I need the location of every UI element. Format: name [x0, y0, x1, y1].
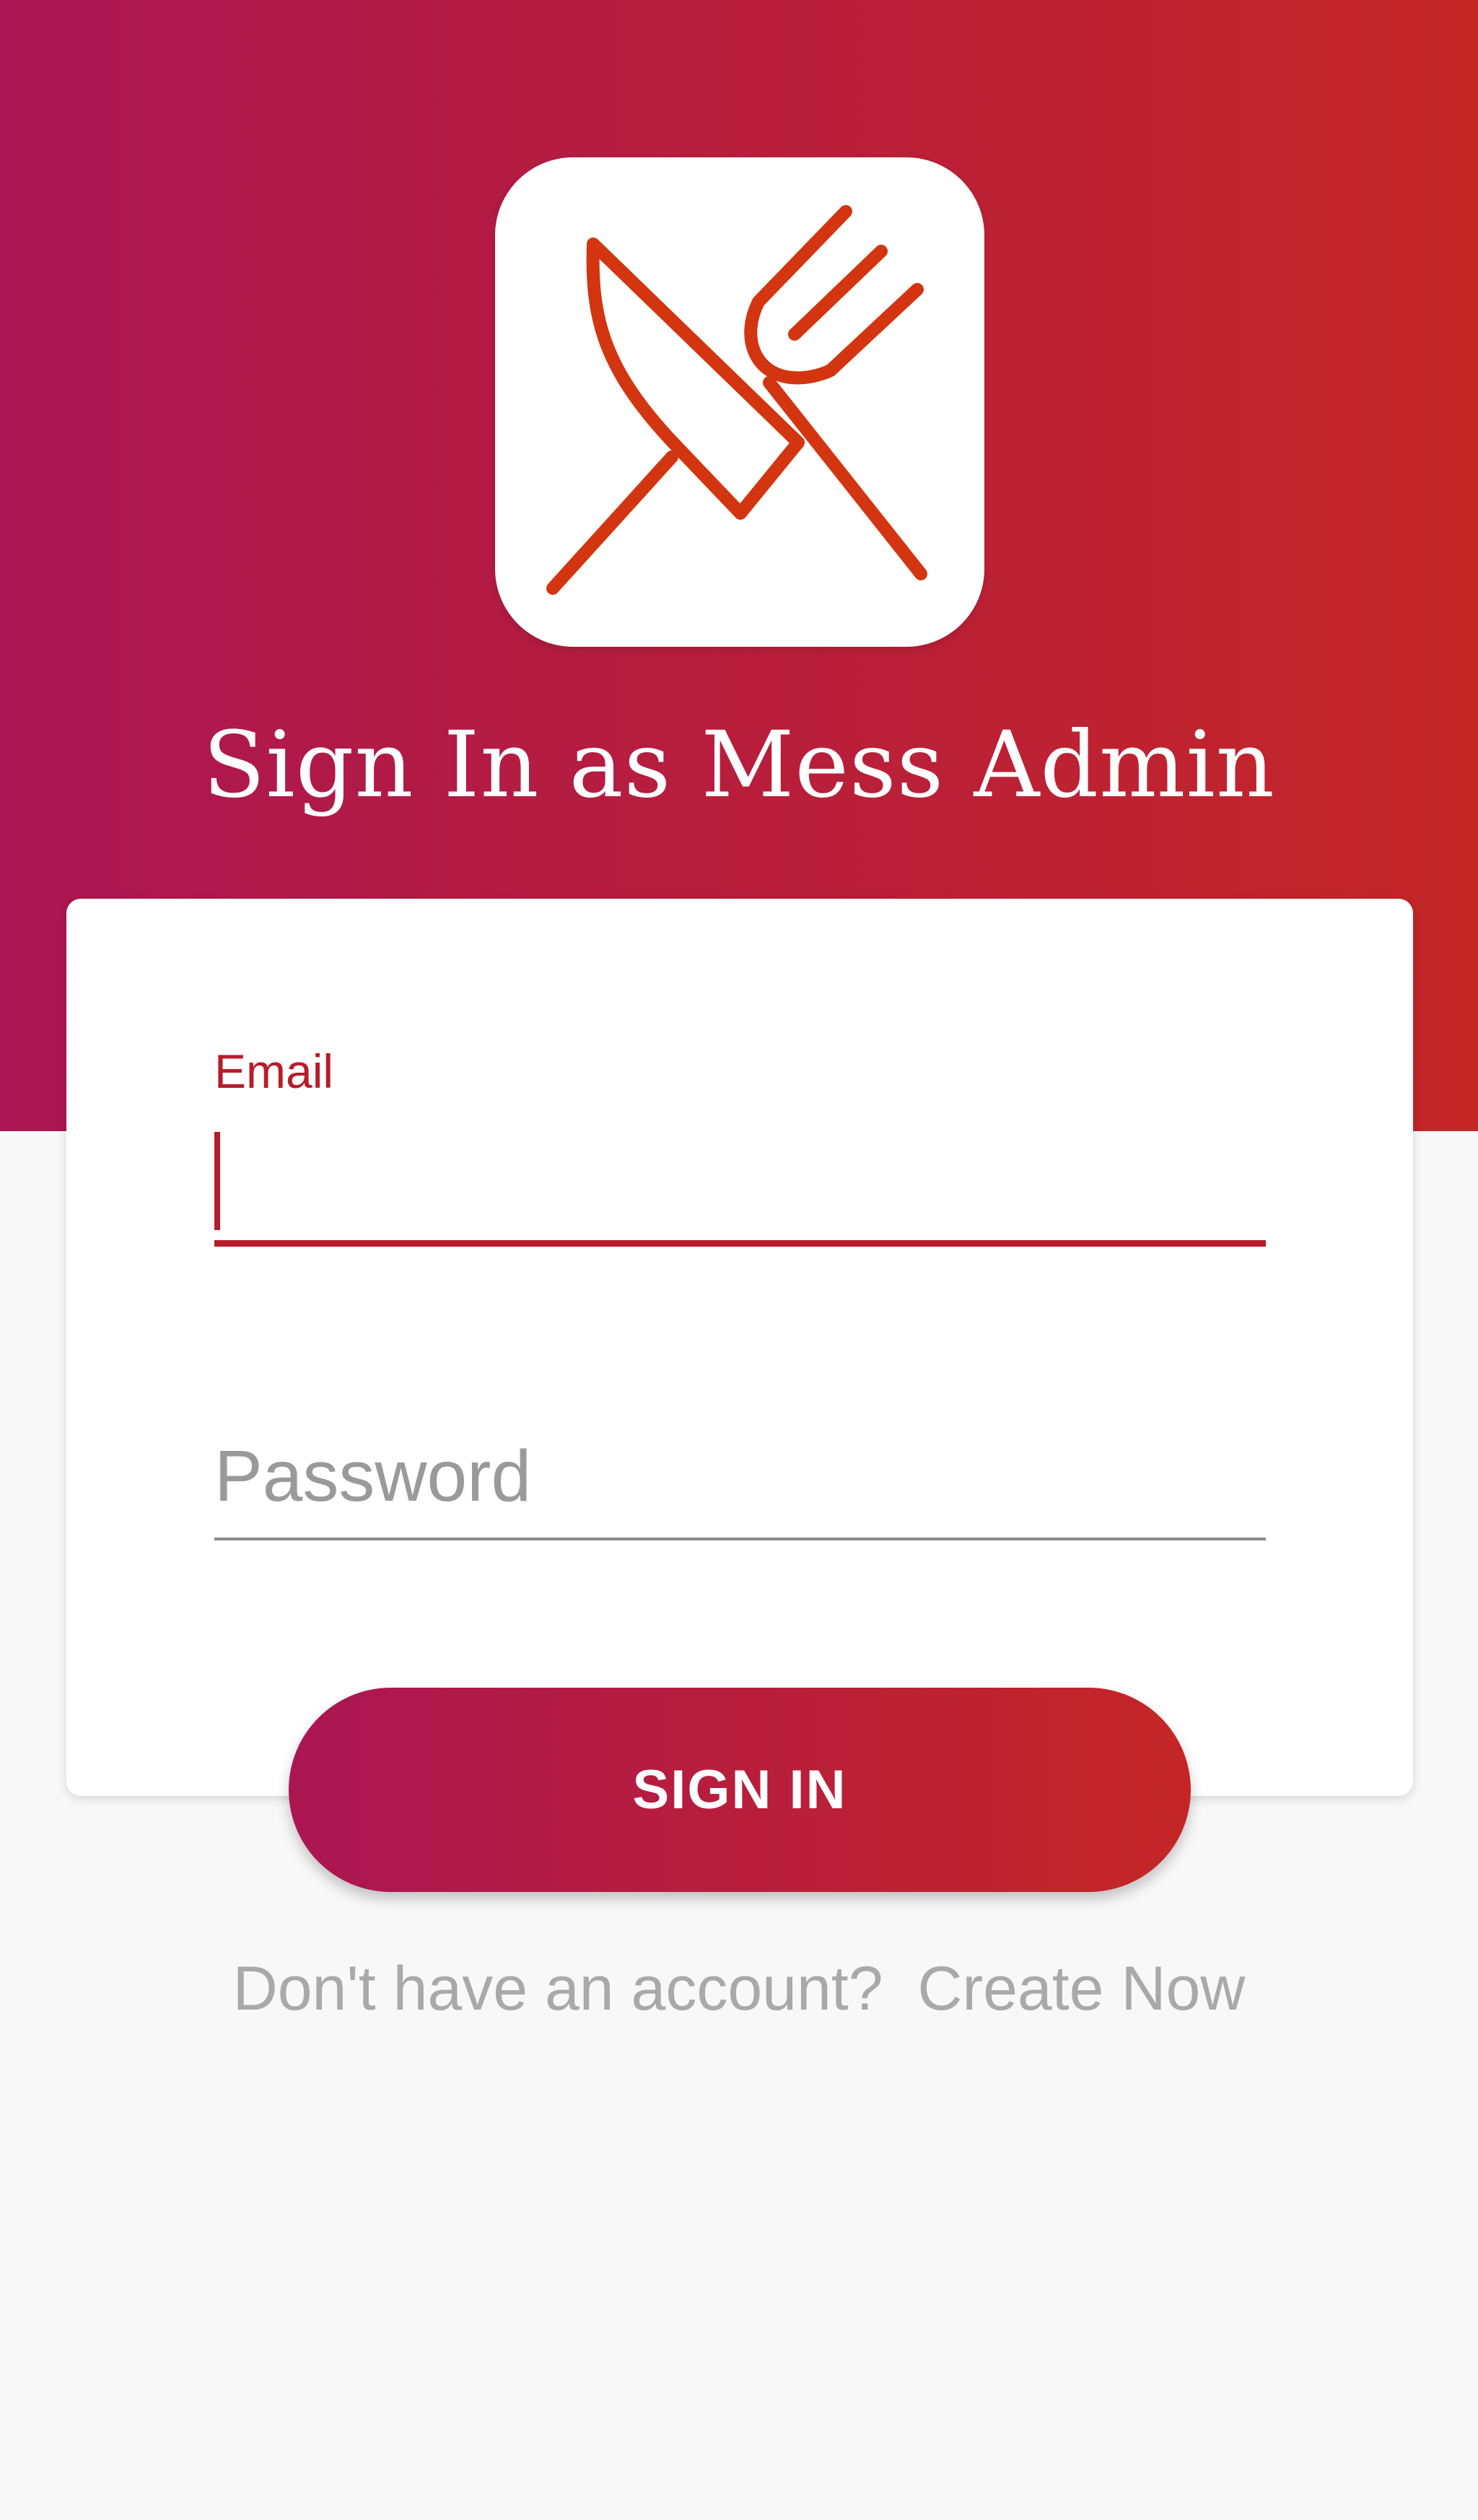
password-underline [214, 1538, 1266, 1540]
no-account-text: Don't have an account? [232, 1954, 883, 2023]
sign-in-card [66, 899, 1413, 1796]
email-label: Email [214, 1045, 334, 1098]
create-account-prompt: Don't have an account? Create Now [0, 1949, 1478, 2028]
sign-in-button[interactable]: SIGN IN [289, 1688, 1191, 1892]
fork-knife-icon [546, 205, 927, 595]
create-now-link[interactable]: Create Now [917, 1954, 1245, 2023]
app-logo [495, 157, 984, 647]
password-field[interactable]: Password [214, 1433, 1266, 1527]
email-field[interactable] [214, 1132, 1266, 1247]
email-underline [214, 1240, 1266, 1247]
page-title: Sign In as Mess Admin [203, 712, 1275, 818]
text-caret [214, 1132, 220, 1230]
